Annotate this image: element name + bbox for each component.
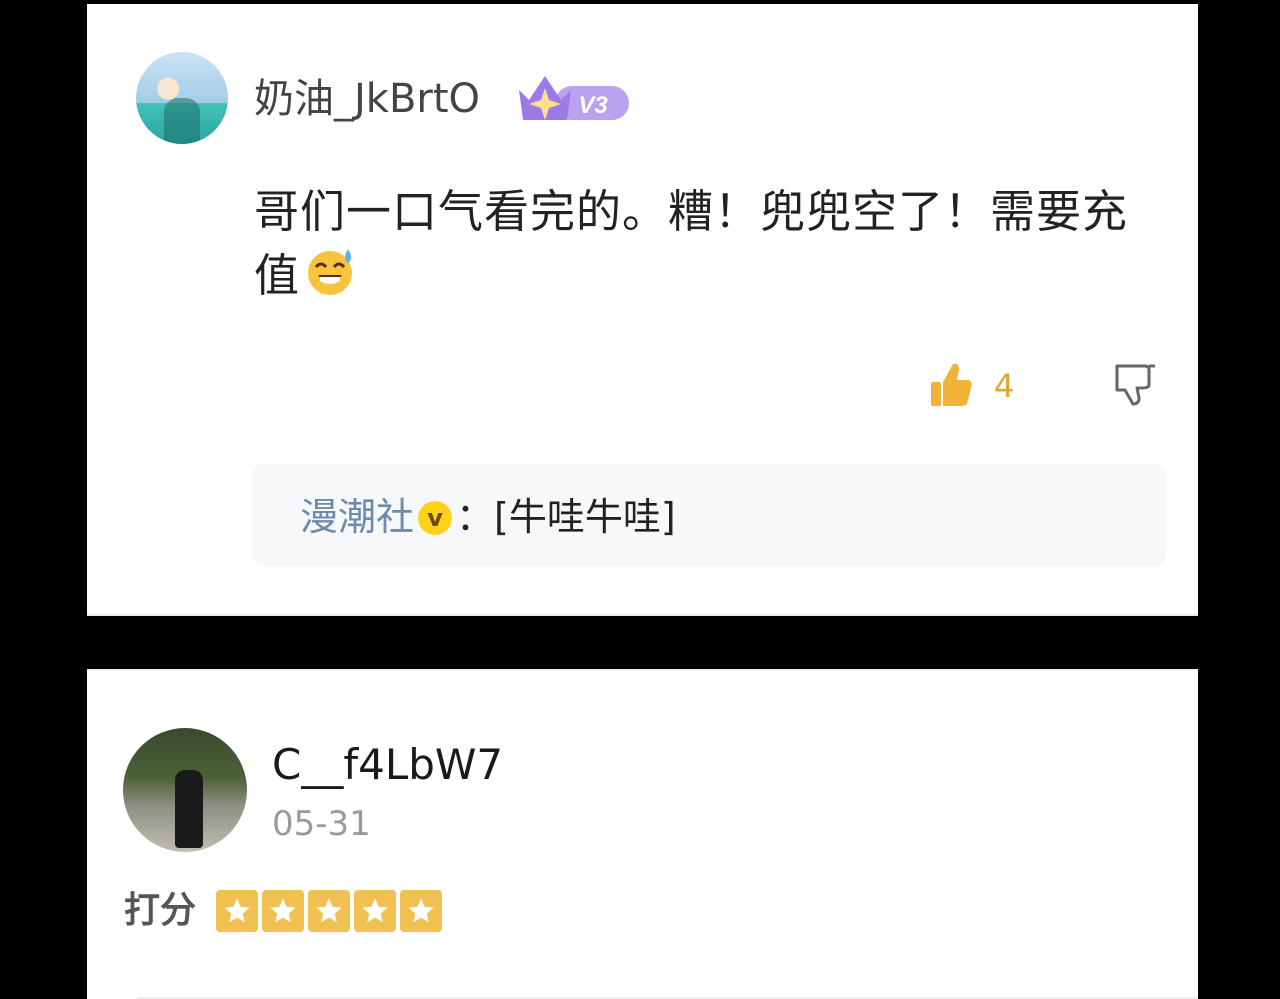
comment-text: 哥们一口气看完的。糟！兜兜空了！需要充值 <box>254 180 1154 308</box>
vip-level-badge: V3 <box>519 76 629 120</box>
star-icon <box>216 890 258 932</box>
author-reply[interactable]: 漫潮社 v ：[牛哇牛哇] <box>252 464 1166 566</box>
star-rating <box>216 890 442 932</box>
reply-line: 漫潮社 v ：[牛哇牛哇] <box>300 494 676 540</box>
star-icon <box>308 890 350 932</box>
rating-label: 打分 <box>124 890 197 931</box>
username[interactable]: 奶油_JkBrtO <box>254 74 480 124</box>
verified-badge-icon: v <box>418 501 453 535</box>
avatar[interactable] <box>136 52 228 144</box>
avatar-figure <box>164 98 200 144</box>
reply-separator: ： <box>456 495 495 539</box>
comment-body: 哥们一口气看完的。糟！兜兜空了！需要充值 <box>254 185 1129 302</box>
sweat-smile-emoji-icon <box>308 249 353 295</box>
thumbs-up-icon[interactable] <box>929 360 973 410</box>
thumbs-down-icon[interactable] <box>1113 360 1159 408</box>
comment-date: 05-31 <box>272 804 371 844</box>
star-icon <box>354 890 396 932</box>
star-icon <box>262 890 304 932</box>
level-text: V3 <box>578 92 608 119</box>
avatar-figure <box>175 770 203 848</box>
avatar[interactable] <box>123 728 247 852</box>
username[interactable]: C__f4LbW7 <box>272 739 503 791</box>
comment-card: 奶油_JkBrtO V3 哥们一口气看完的。糟！兜兜空了！需要充值 4 漫潮社 v… <box>87 4 1198 616</box>
star-icon <box>400 890 442 932</box>
reply-body: [牛哇牛哇] <box>494 495 676 539</box>
like-count: 4 <box>994 367 1015 405</box>
reply-author[interactable]: 漫潮社 <box>300 495 414 539</box>
comment-card: C__f4LbW7 05-31 打分 <box>87 669 1198 999</box>
